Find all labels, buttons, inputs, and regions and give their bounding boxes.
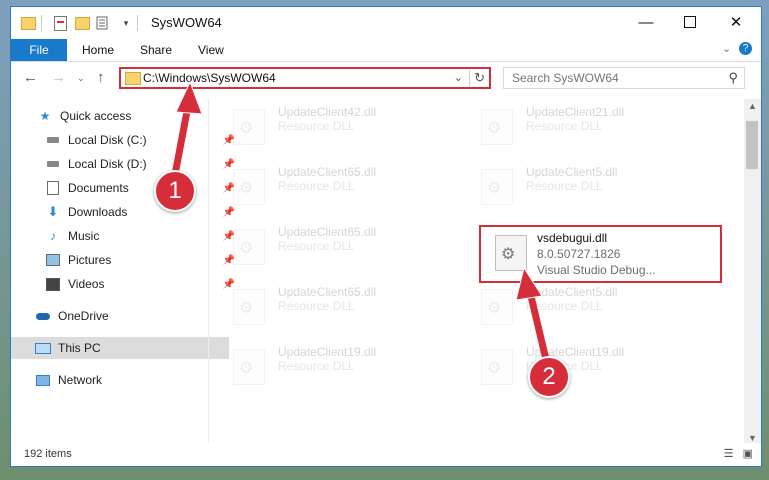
step-badge-2: 2 xyxy=(528,356,570,398)
annotation-arrows xyxy=(170,80,552,372)
arrow-1 xyxy=(170,80,203,184)
arrow-2 xyxy=(515,266,552,372)
step-badge-1: 1 xyxy=(154,170,196,212)
